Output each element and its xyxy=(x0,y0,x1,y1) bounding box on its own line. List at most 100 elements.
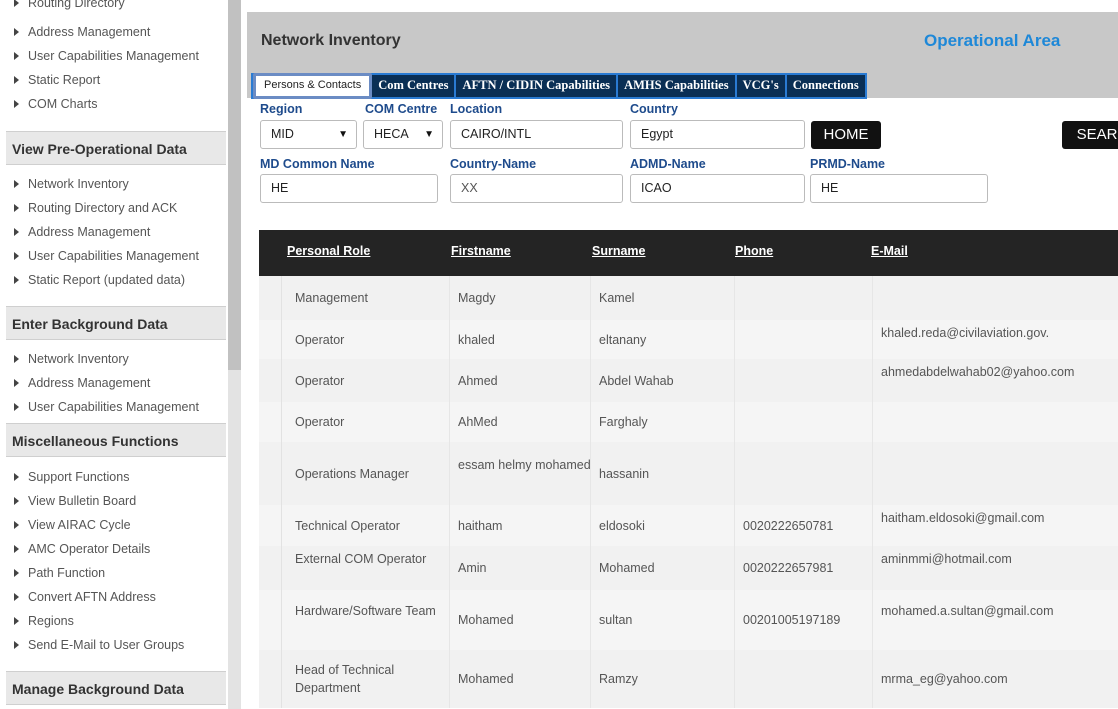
cell-email: ahmedabdelwahab02@yahoo.com xyxy=(881,365,1075,379)
triangle-right-icon xyxy=(14,354,19,363)
triangle-right-icon xyxy=(14,402,19,411)
column-divider xyxy=(872,276,873,320)
cell-firstname: khaled xyxy=(458,333,495,347)
column-email[interactable]: E-Mail xyxy=(871,244,908,258)
cell-surname: eldosoki xyxy=(599,519,645,533)
triangle-right-icon xyxy=(14,75,19,84)
sidebar-item-bulletin-board[interactable]: View Bulletin Board xyxy=(14,492,226,510)
cell-firstname: essam helmy mohamed xyxy=(458,458,591,472)
main-content: Network Inventory Operational Area Perso… xyxy=(241,0,1118,709)
home-button[interactable]: HOME xyxy=(811,121,881,149)
tab-com-centres[interactable]: Com Centres xyxy=(372,75,457,97)
tab-vcgs[interactable]: VCG's xyxy=(737,75,787,97)
sidebar-item-regions[interactable]: Regions xyxy=(14,612,226,630)
triangle-right-icon xyxy=(14,568,19,577)
triangle-right-icon xyxy=(14,472,19,481)
triangle-right-icon xyxy=(14,0,19,7)
column-divider xyxy=(872,320,873,359)
cell-email: mohamed.a.sultan@gmail.com xyxy=(881,604,1054,618)
table-row[interactable]: Operator Ahmed Abdel Wahab ahmedabdelwahab0… xyxy=(259,359,1118,403)
location-input[interactable]: CAIRO/INTL xyxy=(450,120,623,149)
triangle-right-icon xyxy=(14,27,19,36)
table-row[interactable]: Technical Operator haitham eldosoki 0020222… xyxy=(259,505,1118,547)
region-select[interactable]: MID ▼ xyxy=(260,120,357,149)
table-row[interactable]: Operations Manager essam helmy mohamed has… xyxy=(259,442,1118,506)
column-personal-role[interactable]: Personal Role xyxy=(287,244,370,258)
sidebar-item-convert-aftn[interactable]: Convert AFTN Address xyxy=(14,588,226,606)
admd-name-label: ADMD-Name xyxy=(630,157,706,171)
triangle-right-icon xyxy=(14,275,19,284)
cell-surname: Farghaly xyxy=(599,415,648,429)
sidebar-item-path-function[interactable]: Path Function xyxy=(14,564,226,582)
tab-amhs[interactable]: AMHS Capabilities xyxy=(618,75,737,97)
prmd-name-input[interactable]: HE xyxy=(810,174,988,203)
sidebar-heading-pre-operational: View Pre-Operational Data xyxy=(6,131,226,165)
cell-surname: eltanany xyxy=(599,333,647,347)
triangle-right-icon xyxy=(14,203,19,212)
sidebar-item-routing-directory[interactable]: Routing Directory xyxy=(14,0,226,12)
cell-firstname: Mohamed xyxy=(458,613,514,627)
tab-aftn-cidin[interactable]: AFTN / CIDIN Capabilities xyxy=(456,75,619,97)
sidebar-scrollbar-thumb[interactable] xyxy=(228,0,241,370)
sidebar-item-user-capabilities[interactable]: User Capabilities Management xyxy=(14,398,226,416)
table-row[interactable]: Management Magdy Kamel xyxy=(259,276,1118,321)
cell-email: khaled.reda@civilaviation.gov. xyxy=(881,326,1050,340)
sidebar-item-address-management[interactable]: Address Management xyxy=(14,374,226,392)
table-row[interactable]: Operator khaled eltanany khaled.reda@civila… xyxy=(259,320,1118,360)
sidebar-item-com-charts[interactable]: COM Charts xyxy=(14,95,226,113)
cell-personal-role: Technical Operator xyxy=(295,519,400,533)
sidebar-item-address-management[interactable]: Address Management xyxy=(14,223,226,241)
triangle-right-icon xyxy=(14,99,19,108)
row-divider xyxy=(281,442,282,505)
column-phone[interactable]: Phone xyxy=(735,244,773,258)
table-row[interactable]: Hardware/Software Team Mohamed sultan 00201… xyxy=(259,590,1118,651)
search-button[interactable]: SEAR xyxy=(1062,121,1118,149)
sidebar-heading-manage-background: Manage Background Data xyxy=(6,671,226,705)
sidebar-item-routing-directory-ack[interactable]: Routing Directory and ACK xyxy=(14,199,226,217)
sidebar-item-user-capabilities[interactable]: User Capabilities Management xyxy=(14,47,226,65)
row-divider xyxy=(281,320,282,359)
column-divider xyxy=(872,442,873,505)
cell-personal-role: Operator xyxy=(295,333,345,347)
table-row[interactable]: Operator AhMed Farghaly xyxy=(259,402,1118,443)
sidebar-item-static-report-updated[interactable]: Static Report (updated data) xyxy=(14,271,226,289)
admd-name-input[interactable]: ICAO xyxy=(630,174,805,203)
sidebar-item-user-capabilities[interactable]: User Capabilities Management xyxy=(14,247,226,265)
caret-down-icon: ▼ xyxy=(338,129,348,140)
sidebar-item-network-inventory[interactable]: Network Inventory xyxy=(14,350,226,368)
column-divider xyxy=(872,402,873,442)
cell-personal-role: Management xyxy=(295,291,368,305)
sidebar-item-send-email[interactable]: Send E-Mail to User Groups xyxy=(14,636,226,654)
cell-surname: Mohamed xyxy=(599,561,655,575)
table-row[interactable]: Head of Technical Department Mohamed Ramzy… xyxy=(259,650,1118,709)
column-divider xyxy=(449,359,450,402)
triangle-right-icon xyxy=(14,179,19,188)
triangle-right-icon xyxy=(14,640,19,649)
cell-firstname: Magdy xyxy=(458,291,496,305)
caret-down-icon: ▼ xyxy=(424,129,434,140)
tab-persons-contacts[interactable]: Persons & Contacts xyxy=(253,73,373,99)
sidebar-item-network-inventory[interactable]: Network Inventory xyxy=(14,175,226,193)
sidebar: Routing Directory Address Management Use… xyxy=(0,0,226,709)
cell-phone: 0020222650781 xyxy=(743,519,834,533)
tab-connections[interactable]: Connections xyxy=(787,75,865,97)
cell-firstname: Amin xyxy=(458,561,487,575)
com-centre-label: COM Centre xyxy=(365,102,438,116)
column-firstname[interactable]: Firstname xyxy=(451,244,511,258)
table-row[interactable]: External COM Operator Amin Mohamed 00202226… xyxy=(259,546,1118,591)
sidebar-item-airac-cycle[interactable]: View AIRAC Cycle xyxy=(14,516,226,534)
cell-personal-role: Head of Technical Department xyxy=(295,663,395,695)
cell-firstname: haitham xyxy=(458,519,503,533)
column-divider xyxy=(872,359,873,402)
md-common-name-input[interactable]: HE xyxy=(260,174,438,203)
com-centre-select[interactable]: HECA ▼ xyxy=(363,120,443,149)
sidebar-item-support-functions[interactable]: Support Functions xyxy=(14,468,226,486)
column-divider xyxy=(449,546,450,590)
sidebar-item-amc-operator[interactable]: AMC Operator Details xyxy=(14,540,226,558)
sidebar-item-static-report[interactable]: Static Report xyxy=(14,71,226,89)
row-divider xyxy=(281,402,282,442)
column-surname[interactable]: Surname xyxy=(592,244,646,258)
sidebar-item-address-management[interactable]: Address Management xyxy=(14,23,226,41)
country-input[interactable]: Egypt xyxy=(630,120,805,149)
country-name-input[interactable]: XX xyxy=(450,174,623,203)
